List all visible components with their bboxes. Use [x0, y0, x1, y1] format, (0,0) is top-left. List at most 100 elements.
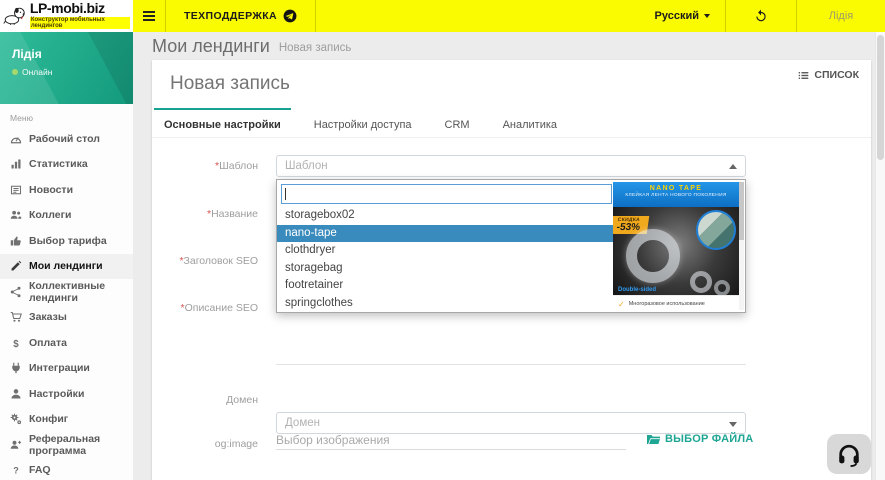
template-select[interactable]: Шаблон	[276, 155, 746, 177]
card-title: Новая запись	[170, 73, 290, 95]
support-chat-widget[interactable]	[827, 434, 871, 474]
integrations-icon	[10, 362, 22, 374]
telegram-icon	[283, 9, 297, 23]
topbar-spacer	[316, 0, 640, 32]
preview-note: Double-sided	[618, 287, 656, 293]
page-title: Мои лендинги	[152, 36, 270, 57]
sidebar-user-name: Лідія	[12, 47, 121, 61]
refresh-icon	[754, 9, 768, 23]
dropdown-search-input[interactable]	[281, 184, 612, 204]
headset-icon	[836, 442, 862, 467]
refresh-button[interactable]	[725, 0, 797, 32]
text-cursor	[285, 188, 286, 200]
language-selector[interactable]: Русский	[640, 0, 725, 32]
template-preview: NANO TAPE КЛЕЙКАЯ ЛЕНТА НОВОГО ПОКОЛЕНИЯ…	[613, 182, 739, 312]
option-footretainer[interactable]: footretainer	[277, 277, 613, 295]
og-image-input[interactable]: Выбор изображения	[276, 430, 626, 450]
tape-piece-graphic	[714, 280, 730, 295]
sidebar-item-orders[interactable]: Заказы	[0, 305, 133, 331]
tape-roll-graphic	[626, 229, 680, 283]
orders-icon	[10, 311, 22, 323]
sidebar-toggle-button[interactable]	[133, 0, 166, 32]
chevron-down-icon	[704, 14, 710, 18]
dashboard-icon	[10, 133, 22, 145]
payment-icon: $	[10, 337, 22, 349]
domain-label: Домен	[152, 394, 258, 406]
logo-subtitle: Конструктор мобильных лендингов	[30, 17, 130, 29]
check-icon: ✓	[618, 300, 625, 309]
preview-product-image: СКИДКА -53% Double-sided	[613, 207, 739, 295]
list-icon	[798, 70, 809, 81]
dropdown-scrollbar[interactable]	[739, 182, 744, 310]
sidebar-item-integrations[interactable]: Интеграции	[0, 356, 133, 382]
colleagues-icon	[10, 209, 22, 221]
sidebar-user-panel: Лідія Онлайн	[0, 32, 133, 104]
og-image-label: og:image	[152, 438, 258, 450]
chevron-down-icon	[729, 422, 737, 427]
menu-section-label: Меню	[0, 104, 133, 126]
logo-title: LP-mobi.biz	[30, 1, 130, 15]
sidebar-item-colleagues[interactable]: Коллеги	[0, 203, 133, 229]
svg-text:?: ?	[13, 466, 19, 476]
page-scrollbar-thumb[interactable]	[877, 35, 884, 160]
folder-icon	[647, 434, 660, 445]
seo-description-label: *Описание SEO	[152, 302, 258, 314]
tab-analytics[interactable]: Аналитика	[493, 108, 567, 137]
dropdown-scrollbar-thumb[interactable]	[739, 182, 744, 240]
sidebar-item-tariff[interactable]: Выбор тарифа	[0, 228, 133, 254]
sidebar-item-dashboard[interactable]: Рабочий стол	[0, 126, 133, 152]
list-button[interactable]: СПИСОК	[798, 69, 859, 81]
settings-icon	[10, 388, 22, 400]
sidebar-item-collective-landings[interactable]: Коллективные лендинги	[0, 279, 133, 305]
option-storagebag[interactable]: storagebag	[277, 260, 613, 278]
landings-icon	[10, 260, 22, 272]
hamburger-icon	[143, 9, 155, 23]
stats-icon	[10, 158, 22, 170]
topbar: LP-mobi.biz Конструктор мобильных лендин…	[0, 0, 885, 32]
preview-inset-photo	[696, 210, 736, 250]
template-label: *Шаблон	[152, 160, 258, 172]
tariff-icon	[10, 235, 22, 247]
page-subtitle: Новая запись	[279, 42, 352, 54]
faq-icon: ?	[10, 464, 22, 476]
tab-crm[interactable]: CRM	[435, 108, 480, 137]
option-storagebox02[interactable]: storagebox02	[277, 207, 613, 225]
sidebar-item-referral[interactable]: Реферальная программа	[0, 432, 133, 458]
new-record-card: СПИСОК Новая запись Основные настройки Н…	[152, 60, 871, 480]
share-icon	[10, 286, 22, 298]
config-icon	[10, 413, 22, 425]
preview-subtitle: КЛЕЙКАЯ ЛЕНТА НОВОГО ПОКОЛЕНИЯ	[613, 193, 739, 198]
sidebar-item-settings[interactable]: Настройки	[0, 381, 133, 407]
choose-file-button[interactable]: ВЫБОР ФАЙЛА	[647, 433, 753, 445]
sidebar-item-payment[interactable]: $ Оплата	[0, 330, 133, 356]
support-label: ТЕХПОДДЕРЖКА	[184, 10, 277, 22]
preview-title: NANO TAPE	[613, 185, 739, 192]
support-button[interactable]: ТЕХПОДДЕРЖКА	[166, 0, 316, 32]
option-nano-tape[interactable]: nano-tape	[277, 225, 613, 243]
sidebar-item-faq[interactable]: ? FAQ	[0, 458, 133, 480]
content-header: Мои лендинги Новая запись	[133, 32, 885, 60]
sidebar: Лідія Онлайн Меню Рабочий стол Статистик…	[0, 32, 133, 480]
sidebar-item-config[interactable]: Конфиг	[0, 407, 133, 433]
news-icon	[10, 184, 22, 196]
logo[interactable]: LP-mobi.biz Конструктор мобильных лендин…	[0, 0, 133, 32]
tab-access-settings[interactable]: Настройки доступа	[304, 108, 422, 137]
tape-piece-graphic	[690, 271, 712, 293]
option-springclothes[interactable]: springclothes	[277, 295, 613, 313]
tab-main-settings[interactable]: Основные настройки	[154, 108, 291, 137]
topbar-username[interactable]: Лідія	[797, 0, 885, 32]
svg-text:$: $	[13, 339, 19, 349]
chevron-up-icon	[729, 164, 737, 169]
sidebar-item-my-landings[interactable]: Мои лендинги	[0, 254, 133, 280]
name-label: *Название	[152, 208, 258, 220]
template-dropdown: storagebox02 nano-tape clothdryer storag…	[276, 179, 746, 313]
sidebar-item-news[interactable]: Новости	[0, 177, 133, 203]
sidebar-menu: Рабочий стол Статистика Новости Коллеги …	[0, 126, 133, 480]
dropdown-options: storagebox02 nano-tape clothdryer storag…	[277, 207, 613, 313]
sidebar-item-statistics[interactable]: Статистика	[0, 152, 133, 178]
preview-feature-row: ✓ Многоразовое использование	[613, 295, 739, 312]
page-scrollbar[interactable]	[875, 32, 885, 480]
option-clothdryer[interactable]: clothdryer	[277, 242, 613, 260]
preview-header: NANO TAPE КЛЕЙКАЯ ЛЕНТА НОВОГО ПОКОЛЕНИЯ	[613, 182, 739, 207]
dog-logo-icon	[3, 5, 27, 27]
